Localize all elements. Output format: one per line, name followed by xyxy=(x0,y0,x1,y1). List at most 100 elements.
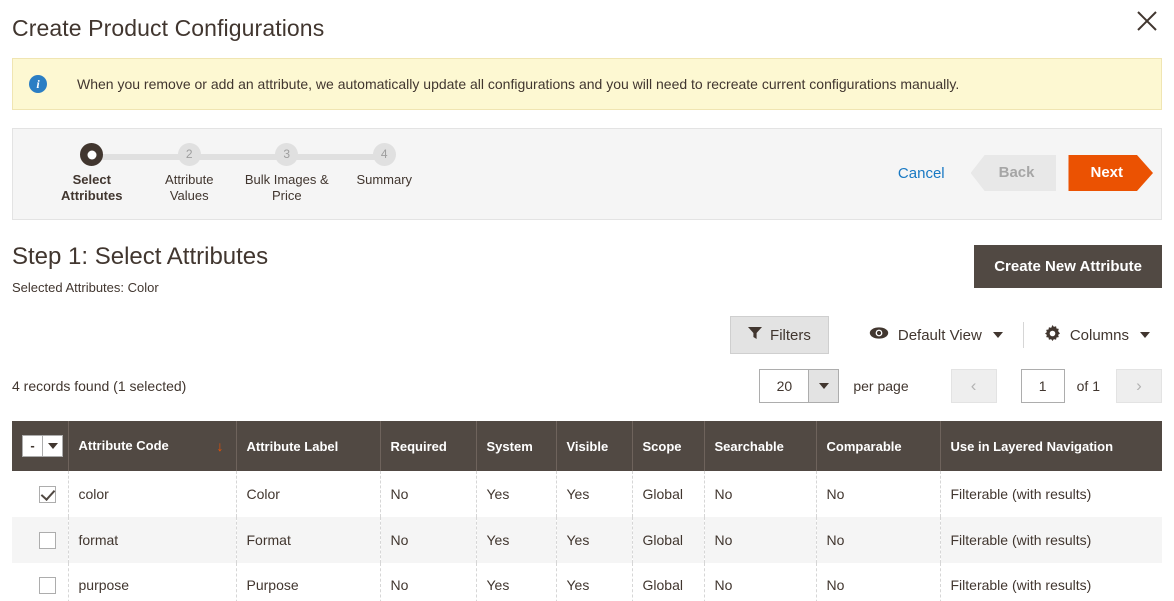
total-pages-label: of 1 xyxy=(1076,378,1100,394)
cell-searchable: No xyxy=(704,562,817,601)
cell-required: No xyxy=(380,516,477,563)
table-row[interactable]: format Format No Yes Yes Global No No Fi… xyxy=(12,516,1162,563)
eye-icon xyxy=(869,326,889,344)
cell-comparable: No xyxy=(816,471,941,517)
chevron-down-icon xyxy=(992,332,1003,338)
cell-system: Yes xyxy=(476,516,557,563)
chevron-down-icon xyxy=(1140,332,1150,338)
columns-label: Columns xyxy=(1069,326,1129,344)
column-header-system[interactable]: System xyxy=(476,421,557,471)
create-new-attribute-button[interactable]: Create New Attribute xyxy=(974,245,1162,288)
cell-comparable: No xyxy=(816,562,941,601)
per-page-label: per page xyxy=(853,378,909,394)
records-found-text: 4 records found (1 selected) xyxy=(12,378,187,394)
step-heading-row: Step 1: Select Attributes Selected Attri… xyxy=(12,242,1162,295)
sort-descending-icon: ↓ xyxy=(216,438,224,454)
default-view-selector[interactable]: Default View xyxy=(857,318,1015,352)
cell-scope: Global xyxy=(632,471,705,517)
cell-visible: Yes xyxy=(556,562,633,601)
cell-visible: Yes xyxy=(556,471,633,517)
attributes-grid: - ↓ Attribute Code Attribute Label Requi… xyxy=(12,421,1162,601)
create-product-configurations-modal: Create Product Configurations i When you… xyxy=(0,0,1174,601)
row-checkbox[interactable] xyxy=(39,531,56,549)
row-select-cell xyxy=(12,516,69,563)
funnel-icon xyxy=(748,326,763,344)
cell-required: No xyxy=(380,471,477,517)
step-3-circle: 3 xyxy=(275,143,299,166)
pagination-controls: 20 per page ‹ of 1 › xyxy=(759,365,1162,407)
column-header-attribute-code[interactable]: ↓ Attribute Code xyxy=(68,421,237,471)
cell-attribute-label: Format xyxy=(236,516,381,563)
grid-header-row: - ↓ Attribute Code Attribute Label Requi… xyxy=(12,421,1162,471)
default-view-label: Default View xyxy=(897,326,982,344)
cell-searchable: No xyxy=(704,516,817,563)
next-page-button[interactable]: › xyxy=(1116,369,1162,403)
wizard-actions: Cancel Back Next xyxy=(898,155,1153,191)
cell-attribute-code: color xyxy=(68,471,237,517)
step-select-attributes[interactable]: 1 Select Attributes xyxy=(43,143,141,204)
row-select-cell xyxy=(12,562,69,601)
row-checkbox[interactable] xyxy=(39,577,56,595)
row-select-cell xyxy=(12,471,69,517)
column-header-required[interactable]: Required xyxy=(380,421,477,471)
filters-button[interactable]: Filters xyxy=(730,316,829,354)
step-1-label-line2: Attributes xyxy=(61,188,123,203)
next-button[interactable]: Next xyxy=(1068,155,1153,191)
column-header-comparable[interactable]: Comparable xyxy=(816,421,941,471)
cell-attribute-label: Color xyxy=(236,471,381,517)
step-4-circle: 4 xyxy=(372,143,396,166)
notice-message: When you remove or add an attribute, we … xyxy=(77,76,960,92)
column-header-attribute-label[interactable]: Attribute Label xyxy=(236,421,381,471)
chevron-down-icon xyxy=(42,436,62,456)
cell-layered-navigation: Filterable (with results) xyxy=(950,485,1092,502)
step-summary[interactable]: 4 Summary xyxy=(336,143,434,204)
step-1-circle: 1 xyxy=(80,143,104,166)
table-row[interactable]: purpose Purpose No Yes Yes Global No No … xyxy=(12,562,1162,601)
step-2-label-line1: Attribute xyxy=(165,172,214,187)
back-button[interactable]: Back xyxy=(970,155,1057,191)
per-page-value: 20 xyxy=(760,370,809,402)
previous-page-button[interactable]: ‹ xyxy=(950,369,997,403)
select-all-header: - xyxy=(12,421,69,471)
per-page-selector[interactable]: 20 xyxy=(759,369,840,403)
step-3-label-line2: Price xyxy=(271,188,302,203)
grid-toolbar: Filters Default View Columns xyxy=(12,315,1162,355)
info-notice-banner: i When you remove or add an attribute, w… xyxy=(12,58,1162,110)
modal-header: Create Product Configurations xyxy=(0,0,1174,52)
cell-scope: Global xyxy=(632,562,705,601)
wizard-steps-panel: 1 Select Attributes 2 Attribute Values 3… xyxy=(12,128,1162,220)
cell-attribute-code: format xyxy=(68,516,237,563)
cell-attribute-code: purpose xyxy=(68,562,237,601)
cell-layered-navigation: Filterable (with results) xyxy=(950,531,1092,548)
step-4-label-line1: Summary xyxy=(356,172,413,187)
gear-icon xyxy=(1044,324,1061,346)
cell-attribute-label: Purpose xyxy=(236,562,381,601)
step-2-label-line2: Values xyxy=(169,188,209,203)
column-header-layered-navigation[interactable]: Use in Layered Navigation xyxy=(940,421,1162,471)
cell-scope: Global xyxy=(632,516,705,563)
cancel-button[interactable]: Cancel xyxy=(898,165,945,182)
step-3-label-line1: Bulk Images & xyxy=(244,172,329,187)
step-bulk-images-price[interactable]: 3 Bulk Images & Price xyxy=(238,143,336,204)
mass-action-selector[interactable]: - xyxy=(22,435,63,457)
cell-searchable: No xyxy=(704,471,817,517)
column-header-searchable[interactable]: Searchable xyxy=(704,421,817,471)
toolbar-divider xyxy=(1022,322,1024,348)
mass-action-value: - xyxy=(30,438,35,453)
page-title: Create Product Configurations xyxy=(12,15,325,41)
table-row[interactable]: color Color No Yes Yes Global No No Filt… xyxy=(12,471,1162,517)
row-checkbox[interactable] xyxy=(39,485,56,503)
grid-summary-row: 4 records found (1 selected) 20 per page… xyxy=(12,365,1162,407)
step-attribute-values[interactable]: 2 Attribute Values xyxy=(141,143,239,204)
column-header-scope[interactable]: Scope xyxy=(632,421,705,471)
columns-selector[interactable]: Columns xyxy=(1032,317,1162,354)
info-icon: i xyxy=(29,75,47,93)
cell-system: Yes xyxy=(476,471,557,517)
column-header-visible[interactable]: Visible xyxy=(556,421,633,471)
cell-comparable: No xyxy=(816,516,941,563)
cell-layered-navigation: Filterable (with results) xyxy=(950,577,1092,594)
step-list: 1 Select Attributes 2 Attribute Values 3… xyxy=(43,143,433,204)
page-number-input[interactable] xyxy=(1020,369,1065,403)
close-icon[interactable] xyxy=(1130,4,1164,38)
cell-system: Yes xyxy=(476,562,557,601)
